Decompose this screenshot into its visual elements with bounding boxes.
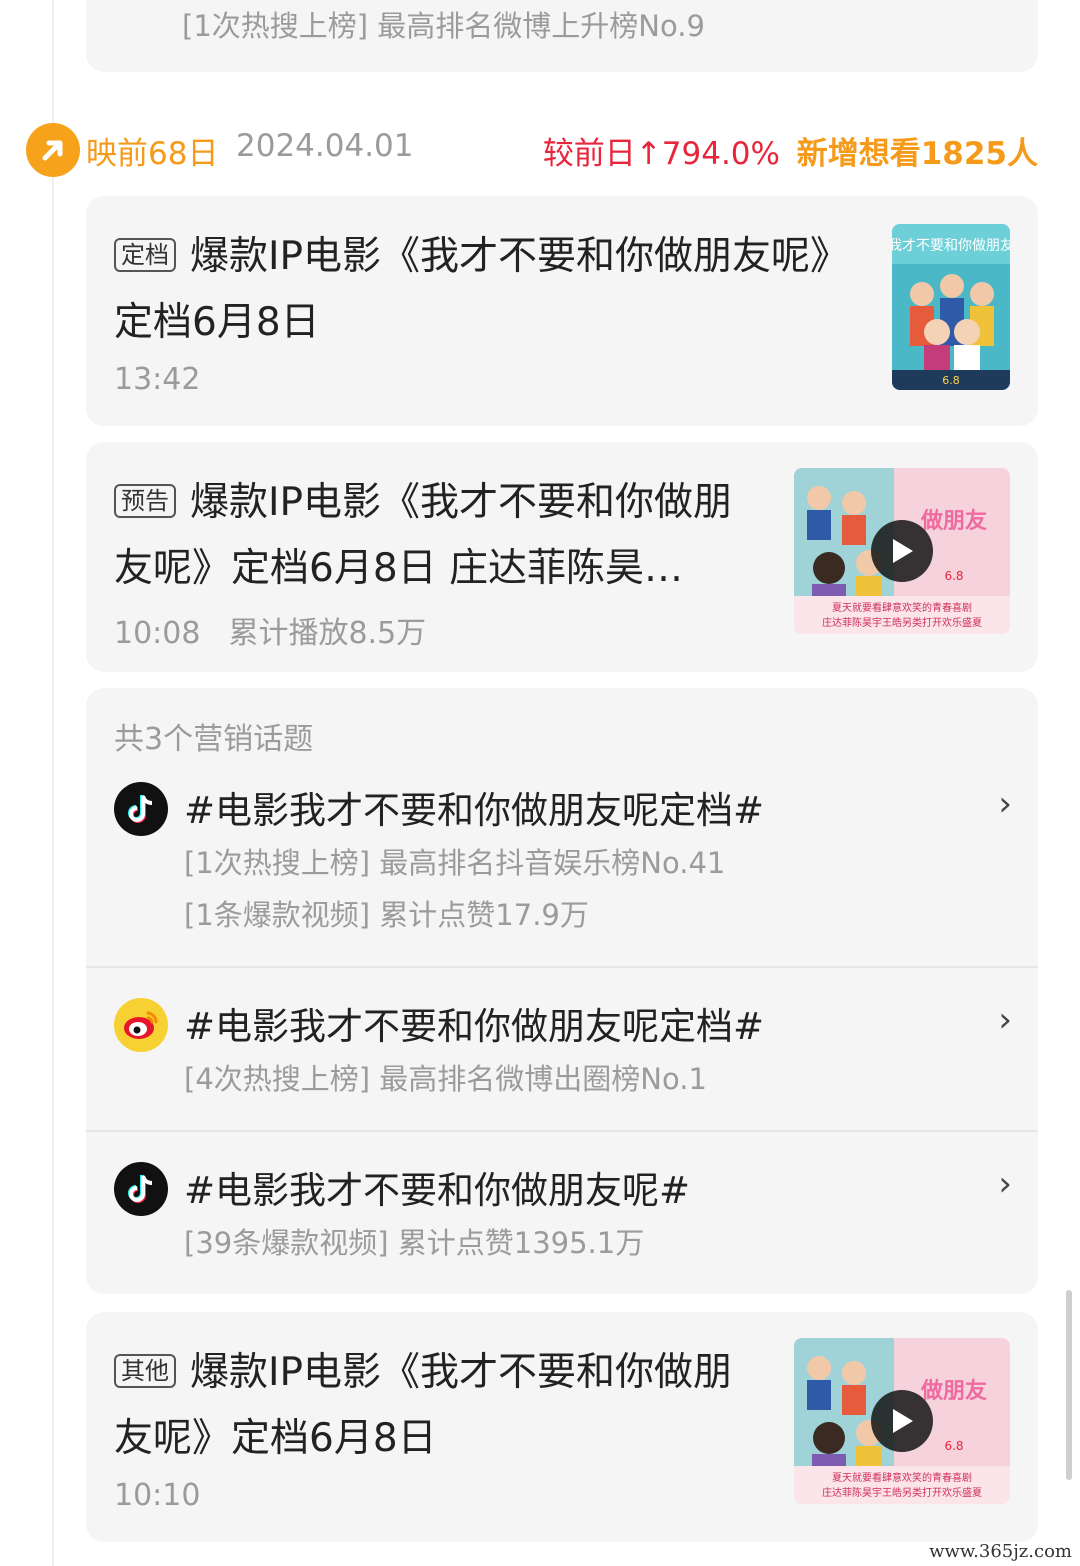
poster-tagline: 夏天就要看肆意欢笑的青春喜剧 — [832, 601, 972, 614]
topics-count-header: 共3个营销话题 — [114, 722, 314, 757]
chevron-right-icon: › — [998, 1164, 1012, 1204]
poster-date: 6.8 — [942, 374, 960, 387]
topic-title: #电影我才不要和你做朋友呢# — [184, 1169, 691, 1212]
topic-item[interactable]: #电影我才不要和你做朋友呢定档# › [1次热搜上榜] 最高排名抖音娱乐榜No.… — [86, 778, 1038, 968]
divider — [86, 966, 1038, 968]
topic-item[interactable]: #电影我才不要和你做朋友呢# › [39条爆款视频] 累计点赞1395.1万 — [86, 1158, 1038, 1294]
video-thumbnail[interactable]: 做朋友 6.8 夏天就要看肆意欢笑的青春喜剧 庄达菲陈昊宇王皓另类打开欢乐盛夏 — [794, 468, 1010, 634]
news-title: 预告 爆款IP电影《我才不要和你做朋友呢》定档6月8日 庄达菲陈昊… — [114, 470, 764, 602]
topic-stat-line: [1条爆款视频] 累计点赞17.9万 — [184, 898, 589, 932]
news-tag: 预告 — [114, 484, 176, 518]
day-countdown-label: 映前68日 — [86, 136, 219, 172]
day-new-wants: 新增想看1825人 — [796, 136, 1038, 172]
news-time: 10:08 — [114, 616, 201, 651]
news-card[interactable]: 预告 爆款IP电影《我才不要和你做朋友呢》定档6月8日 庄达菲陈昊… 10:08 累… — [86, 442, 1038, 672]
news-title-text: 爆款IP电影《我才不要和你做朋友呢》定档6月8日 — [114, 1350, 733, 1461]
news-meta: 10:08 累计播放8.5万 — [114, 608, 426, 652]
topic-stat-line: [1次热搜上榜] 最高排名微博上升榜No.9 — [182, 9, 705, 43]
day-date: 2024.04.01 — [236, 128, 414, 164]
topic-stat-line: [39条爆款视频] 累计点赞1395.1万 — [184, 1226, 645, 1260]
scrollbar[interactable] — [1066, 1290, 1072, 1480]
news-time: 13:42 — [114, 362, 201, 397]
news-title: 定档 爆款IP电影《我才不要和你做朋友呢》定档6月8日 — [114, 224, 834, 356]
timeline-line — [52, 0, 54, 1566]
poster-date: 6.8 — [944, 1439, 963, 1453]
news-play-count: 累计播放8.5万 — [228, 616, 427, 651]
news-meta: 10:10 — [114, 1478, 200, 1513]
svg-text:做朋友: 做朋友 — [920, 1378, 987, 1404]
tiktok-icon — [114, 1162, 168, 1216]
watermark: www.365jz.com — [929, 1541, 1072, 1562]
poster-title: 我才不要和你做朋友 — [892, 238, 1010, 254]
news-thumbnail[interactable]: 我才不要和你做朋友 6.8 — [892, 224, 1010, 390]
weibo-icon — [114, 998, 168, 1052]
poster-tagline: 夏天就要看肆意欢笑的青春喜剧 — [832, 1471, 972, 1484]
news-time: 10:10 — [114, 1478, 201, 1513]
news-title: 其他 爆款IP电影《我才不要和你做朋友呢》定档6月8日 — [114, 1340, 764, 1472]
news-card[interactable]: 其他 爆款IP电影《我才不要和你做朋友呢》定档6月8日 10:10 做朋友 6.8… — [86, 1312, 1038, 1542]
day-header: 映前68日 2024.04.01 较前日↑794.0% 新增想看1825人 — [26, 120, 1038, 177]
day-change-percent: 较前日↑794.0% — [542, 136, 780, 172]
divider — [86, 1130, 1038, 1132]
chevron-right-icon: › — [998, 784, 1012, 824]
topic-stat-line: [4次热搜上榜] 最高排名微博出圈榜No.1 — [184, 1062, 707, 1096]
poster-tagline-2: 庄达菲陈昊宇王皓另类打开欢乐盛夏 — [822, 616, 982, 629]
topic-item[interactable]: #电影我才不要和你做朋友呢定档# › [4次热搜上榜] 最高排名微博出圈榜No.… — [86, 994, 1038, 1130]
play-icon[interactable] — [871, 520, 933, 582]
chevron-right-icon: › — [998, 1000, 1012, 1040]
topic-card-previous[interactable]: [1次热搜上榜] 最高排名微博上升榜No.9 — [86, 0, 1038, 72]
topic-title: #电影我才不要和你做朋友呢定档# — [184, 1005, 765, 1048]
news-card[interactable]: 定档 爆款IP电影《我才不要和你做朋友呢》定档6月8日 13:42 我才不要和你做… — [86, 196, 1038, 426]
topic-title: #电影我才不要和你做朋友呢定档# — [184, 789, 765, 832]
play-icon[interactable] — [871, 1390, 933, 1452]
svg-text:做朋友: 做朋友 — [920, 508, 987, 534]
marketing-topics-card: 共3个营销话题 #电影我才不要和你做朋友呢定档# › [1次热搜上榜] 最高排名… — [86, 688, 1038, 1294]
news-tag: 定档 — [114, 238, 176, 272]
news-title-text: 爆款IP电影《我才不要和你做朋友呢》定档6月8日 庄达菲陈昊… — [114, 480, 733, 591]
news-meta: 13:42 — [114, 362, 200, 397]
topic-stat-line: [1次热搜上榜] 最高排名抖音娱乐榜No.41 — [184, 846, 726, 880]
news-tag: 其他 — [114, 1354, 176, 1388]
video-thumbnail[interactable]: 做朋友 6.8 夏天就要看肆意欢笑的青春喜剧 庄达菲陈昊宇王皓另类打开欢乐盛夏 — [794, 1338, 1010, 1504]
poster-date: 6.8 — [944, 569, 963, 583]
poster-tagline-2: 庄达菲陈昊宇王皓另类打开欢乐盛夏 — [822, 1486, 982, 1499]
news-title-text: 爆款IP电影《我才不要和你做朋友呢》定档6月8日 — [114, 234, 830, 345]
tiktok-icon — [114, 782, 168, 836]
trend-arrow-icon — [26, 123, 80, 177]
